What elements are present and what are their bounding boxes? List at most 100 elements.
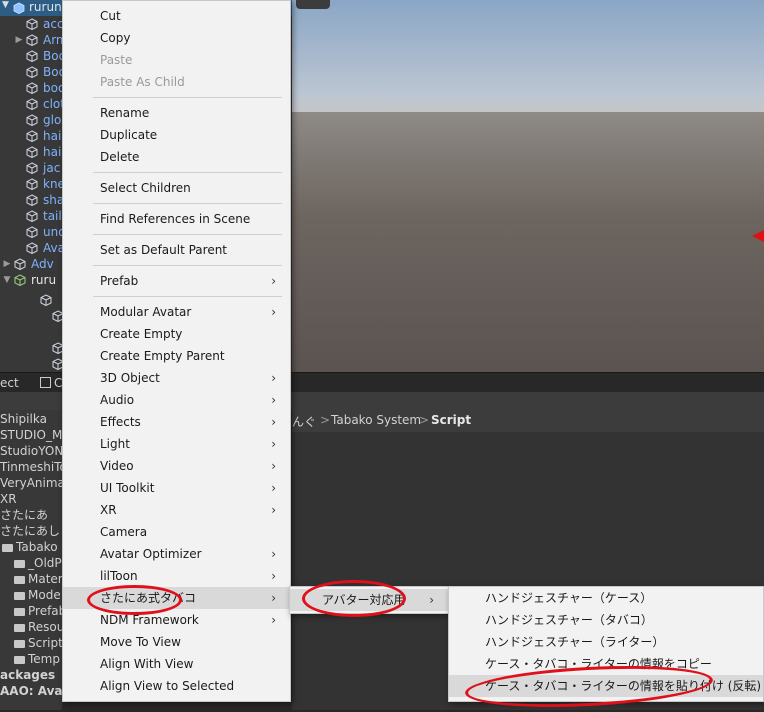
gizmo-red-arrow-icon [752,230,764,242]
menu-item-rename[interactable]: Rename [63,102,290,124]
project-tree-item[interactable]: Resou [14,619,64,635]
menu-item-label: Camera [100,525,148,539]
menu-item-label: XR [100,503,117,517]
hierarchy-item[interactable]: acc [0,16,64,32]
menu-item-ui-toolkit[interactable]: UI Toolkit › [63,477,290,499]
hierarchy-item-label: tail [43,209,62,223]
folder-icon [14,575,25,584]
scene-ground [292,112,764,372]
breadcrumb-part[interactable]: んぐ [292,413,316,430]
project-tree-item[interactable]: さたにあ [0,507,48,523]
project-tree-item[interactable]: Script [14,635,63,651]
project-tree-label: STUDIO_M [0,428,63,442]
scene-toolbar-button[interactable] [296,0,330,9]
menu-item-ndm-framework[interactable]: NDM Framework › [63,609,290,631]
hierarchy-item[interactable]: ▶ Arm [0,32,68,48]
menu-item-paste: Paste [63,49,290,71]
breadcrumb-current[interactable]: Script [431,413,471,427]
menu-item-avatar-optimizer[interactable]: Avatar Optimizer › [63,543,290,565]
gameobject-cube-icon [26,194,38,207]
project-tree-item[interactable]: Tabako [2,539,58,555]
hierarchy-item[interactable]: ▼ ruru [0,272,62,288]
project-tree-item[interactable]: Mater [14,571,63,587]
hierarchy-item[interactable]: boo [0,80,65,96]
menu-item-align-view-to-selected[interactable]: Align View to Selected [63,675,290,697]
project-tree-item[interactable]: Temp [14,651,60,667]
hierarchy-item[interactable]: hai [0,144,62,160]
menu-item-3d-object[interactable]: 3D Object › [63,367,290,389]
menu-item-paste-info-mirrored[interactable]: ケース・タバコ・ライターの情報を貼り付け (反転) [449,675,763,697]
collapse-arrow-icon[interactable]: ▼ [2,0,9,10]
menu-item-liltoon[interactable]: lilToon › [63,565,290,587]
project-tree-item[interactable]: ackages [0,667,55,683]
menu-item-create-empty[interactable]: Create Empty [63,323,290,345]
menu-item-select-children[interactable]: Select Children [63,177,290,199]
tab-project[interactable]: ect [0,374,19,392]
hierarchy-item[interactable]: Bod [0,64,66,80]
menu-item-avatar-support[interactable]: アバター対応用 › [290,589,448,611]
menu-item-camera[interactable]: Camera [63,521,290,543]
menu-item-copy-info[interactable]: ケース・タバコ・ライターの情報をコピー [449,653,763,675]
hierarchy-item[interactable]: clot [0,96,65,112]
hierarchy-item[interactable]: kne [0,176,65,192]
project-tree-item[interactable]: STUDIO_M [0,427,62,443]
hierarchy-item[interactable]: glo [0,112,62,128]
tab-console[interactable]: C [40,374,62,392]
project-tree-item[interactable]: _OldP [14,555,62,571]
project-tree-item[interactable]: Prefab [14,603,66,619]
hierarchy-item[interactable]: tail [0,208,62,224]
hierarchy-item-label: ruru [31,273,57,287]
menu-item-find-references-in-scene[interactable]: Find References in Scene [63,208,290,230]
hierarchy-item[interactable]: und [0,224,66,240]
scene-view[interactable] [292,0,764,372]
menu-item-label: Avatar Optimizer [100,547,202,561]
scene-sky [292,0,764,112]
submenu-arrow-icon: › [271,613,276,627]
breadcrumb-part[interactable]: Tabako System [331,413,421,427]
project-tree-item[interactable]: VeryAnima [0,475,65,491]
menu-item-set-as-default-parent[interactable]: Set as Default Parent [63,239,290,261]
menu-item[interactable]: さたにあ式タバコ › [63,587,290,609]
menu-item-hand-gesture[interactable]: ハンドジェスチャー（ライター） [449,631,763,653]
folder-icon [14,639,25,648]
project-tree-label: Prefab [28,604,67,618]
project-tree-item[interactable]: XR [0,491,17,507]
menu-item-light[interactable]: Light › [63,433,290,455]
menu-item-copy[interactable]: Copy [63,27,290,49]
menu-item-hand-gesture[interactable]: ハンドジェスチャー（タバコ） [449,609,763,631]
menu-item-modular-avatar[interactable]: Modular Avatar › [63,301,290,323]
project-tree-item[interactable]: Mode [14,587,61,603]
menu-item-audio[interactable]: Audio › [63,389,290,411]
expand-arrow-icon[interactable]: ▶ [14,32,24,48]
submenu-arrow-icon: › [271,547,276,561]
menu-item-cut[interactable]: Cut [63,5,290,27]
menu-item-move-to-view[interactable]: Move To View [63,631,290,653]
expand-arrow-icon[interactable]: ▶ [2,256,12,272]
project-tree-item[interactable]: TinmeshiTo [0,459,67,475]
gameobject-cube-icon [26,50,38,63]
hierarchy-item-label: hai [43,145,62,159]
menu-item-xr[interactable]: XR › [63,499,290,521]
project-tree-item[interactable]: Shipilka [0,411,47,427]
menu-item-effects[interactable]: Effects › [63,411,290,433]
hierarchy-item[interactable]: Ava [0,240,65,256]
hierarchy-item[interactable]: sha [0,192,64,208]
hierarchy-item[interactable]: hai [0,128,62,144]
menu-item-prefab[interactable]: Prefab › [63,270,290,292]
hierarchy-item[interactable]: ▶ Adv [0,256,62,272]
hierarchy-item[interactable]: jac [0,160,62,176]
menu-item-label: Rename [100,106,150,120]
menu-item-hand-gesture[interactable]: ハンドジェスチャー（ケース） [449,587,763,609]
menu-item-align-with-view[interactable]: Align With View [63,653,290,675]
project-tree-label: StudioYON [0,444,64,458]
menu-item-delete[interactable]: Delete [63,146,290,168]
hierarchy-item[interactable]: Bod [0,48,66,64]
hierarchy-item-label: jac [43,161,61,175]
menu-item-video[interactable]: Video › [63,455,290,477]
menu-item-duplicate[interactable]: Duplicate [63,124,290,146]
expand-arrow-icon[interactable]: ▼ [2,272,12,288]
menu-item-create-empty-parent[interactable]: Create Empty Parent [63,345,290,367]
project-tree-label: ackages [0,668,56,682]
project-tree-item[interactable]: StudioYON [0,443,63,459]
project-tree-label: Shipilka [0,412,47,426]
